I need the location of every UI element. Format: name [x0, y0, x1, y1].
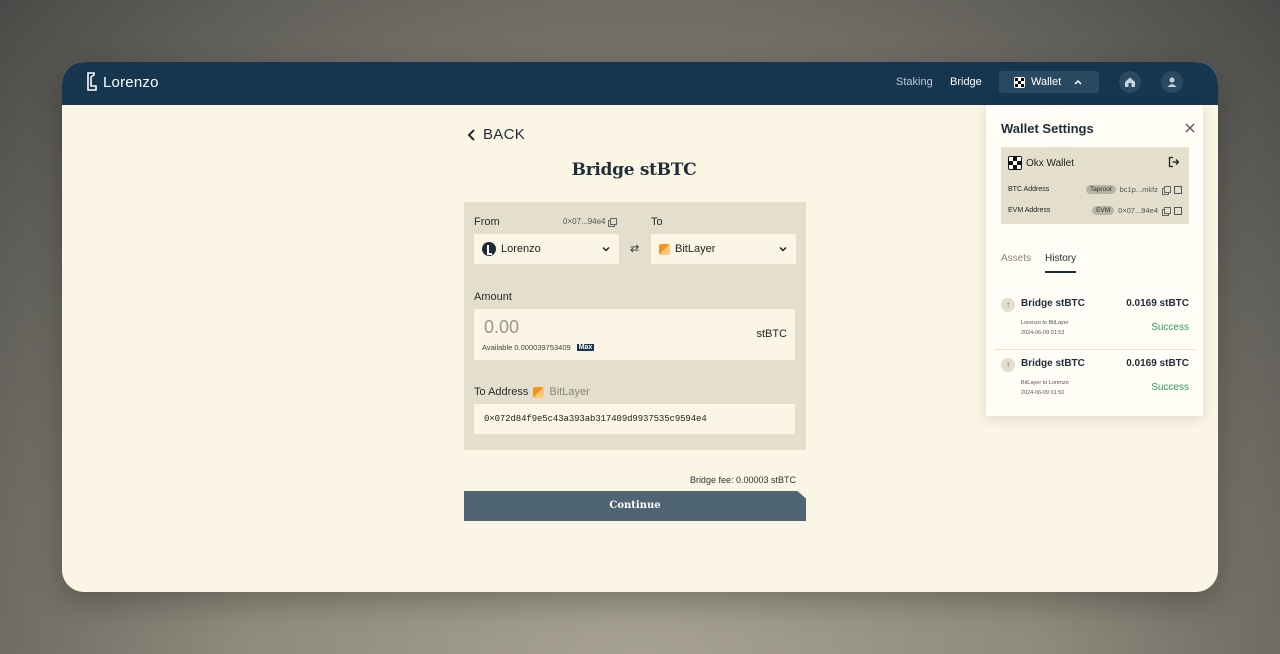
to-address-label-text: To Address	[474, 386, 529, 398]
to-address-label: To Address BitLayer	[474, 386, 590, 398]
from-address[interactable]: 0×07...94e4	[563, 217, 618, 227]
history-meta: BitLayer to Lorenzo 2024-06-09 01:50	[1021, 378, 1069, 398]
available-text: Available 0.000039753409	[482, 343, 571, 352]
copy-icon[interactable]	[1162, 206, 1171, 216]
close-icon[interactable]	[1183, 121, 1197, 135]
okx-icon	[1008, 156, 1022, 170]
amount-unit: stBTC	[756, 328, 787, 340]
home-icon	[1125, 77, 1135, 87]
history-status: Success	[1151, 382, 1189, 393]
home-button[interactable]	[1119, 71, 1141, 93]
bridge-form: From 0×07...94e4 To Lorenzo ⇄ BitLayer A…	[464, 202, 806, 450]
copy-icon[interactable]	[608, 217, 618, 227]
evm-address-row: EVM Address EVM 0×07...94e4	[1008, 206, 1182, 216]
to-network-value: BitLayer	[675, 243, 716, 255]
lorenzo-logo-icon	[87, 72, 97, 91]
copy-icon[interactable]	[1162, 185, 1171, 195]
taproot-tag: Taproot	[1085, 185, 1116, 194]
from-address-text: 0×07...94e4	[563, 217, 606, 226]
history-title: Bridge stBTC	[1021, 358, 1085, 369]
app-window: Lorenzo Staking Bridge Wallet BACK Bridg…	[62, 62, 1218, 592]
external-link-icon[interactable]	[1174, 206, 1182, 215]
history-amount: 0.0169 stBTC	[1126, 358, 1189, 369]
nav-staking[interactable]: Staking	[896, 76, 933, 88]
max-button[interactable]: Max	[576, 344, 595, 351]
chevron-down-icon	[779, 246, 787, 252]
bridge-fee: Bridge fee: 0.00003 stBTC	[689, 475, 796, 485]
back-button[interactable]: BACK	[467, 126, 525, 143]
to-network-select[interactable]: BitLayer	[651, 234, 796, 264]
wallet-info-box: Okx Wallet BTC Address Taproot bc1p...mk…	[1001, 147, 1189, 224]
tab-history[interactable]: History	[1045, 253, 1077, 273]
top-navbar: Lorenzo Staking Bridge Wallet	[62, 62, 1218, 105]
history-item[interactable]: ↑ Bridge stBTC 0.0169 stBTC Lorenzo to B…	[994, 290, 1196, 350]
okx-icon	[1014, 76, 1025, 88]
amount-label: Amount	[474, 291, 512, 303]
wallet-button[interactable]: Wallet	[999, 71, 1099, 93]
profile-button[interactable]	[1161, 71, 1183, 93]
history-time: 2024-06-09 01:50	[1021, 390, 1065, 396]
history-route: Lorenzo to BitLayer	[1021, 320, 1069, 326]
chevron-left-icon	[467, 128, 475, 141]
lorenzo-coin-icon	[482, 242, 496, 256]
btc-address-value: bc1p...mkfz	[1119, 185, 1158, 194]
wallet-tabs: Assets History	[1001, 253, 1077, 273]
bitlayer-icon	[533, 386, 545, 398]
wallet-name: Okx Wallet	[1008, 156, 1074, 170]
wallet-button-label: Wallet	[1031, 76, 1062, 88]
to-address-network: BitLayer	[549, 386, 590, 398]
from-network-value: Lorenzo	[501, 243, 541, 255]
history-item[interactable]: ↑ Bridge stBTC 0.0169 stBTC BitLayer to …	[994, 350, 1196, 410]
to-address-field[interactable]: 0×072d84f9e5c43a393ab317409d9937535c9594…	[474, 404, 795, 434]
page-title: Bridge stBTC	[571, 160, 697, 180]
arrow-up-icon: ↑	[1001, 298, 1015, 312]
user-icon	[1167, 77, 1177, 87]
available-balance: Available 0.000039753409 Max	[482, 343, 595, 352]
history-route: BitLayer to Lorenzo	[1021, 380, 1069, 386]
evm-address-label: EVM Address	[1008, 207, 1051, 214]
nav-bridge[interactable]: Bridge	[950, 76, 982, 88]
wallet-name-text: Okx Wallet	[1026, 157, 1074, 169]
from-network-select[interactable]: Lorenzo	[474, 234, 619, 264]
history-time: 2024-06-09 01:53	[1021, 330, 1065, 336]
swap-icon[interactable]: ⇄	[630, 242, 639, 255]
logout-icon[interactable]	[1168, 156, 1180, 168]
btc-address-label: BTC Address	[1008, 186, 1050, 193]
tab-assets[interactable]: Assets	[1001, 253, 1031, 273]
from-label: From	[474, 216, 500, 228]
app-name: Lorenzo	[103, 73, 159, 91]
evm-address-value: 0×07...94e4	[1118, 206, 1158, 215]
history-amount: 0.0169 stBTC	[1126, 298, 1189, 309]
chevron-down-icon	[602, 246, 610, 252]
continue-button[interactable]: Continue	[464, 491, 806, 521]
history-meta: Lorenzo to BitLayer 2024-06-09 01:53	[1021, 318, 1069, 338]
history-status: Success	[1151, 322, 1189, 333]
history-title: Bridge stBTC	[1021, 298, 1085, 309]
to-label: To	[651, 216, 663, 228]
logo[interactable]: Lorenzo	[86, 72, 159, 92]
bitlayer-icon	[659, 243, 670, 255]
chevron-up-icon	[1074, 79, 1082, 85]
back-label: BACK	[483, 126, 526, 143]
btc-address-row: BTC Address Taproot bc1p...mkfz	[1008, 185, 1182, 195]
amount-placeholder: 0.00	[484, 317, 520, 337]
wallet-settings-panel: Wallet Settings Okx Wallet BTC Address T…	[986, 105, 1203, 416]
amount-input[interactable]: 0.00 Available 0.000039753409 Max stBTC	[474, 309, 795, 360]
wallet-settings-title: Wallet Settings	[1001, 121, 1094, 136]
evm-tag: EVM	[1092, 206, 1115, 215]
arrow-up-icon: ↑	[1001, 358, 1015, 372]
external-link-icon[interactable]	[1174, 185, 1182, 194]
